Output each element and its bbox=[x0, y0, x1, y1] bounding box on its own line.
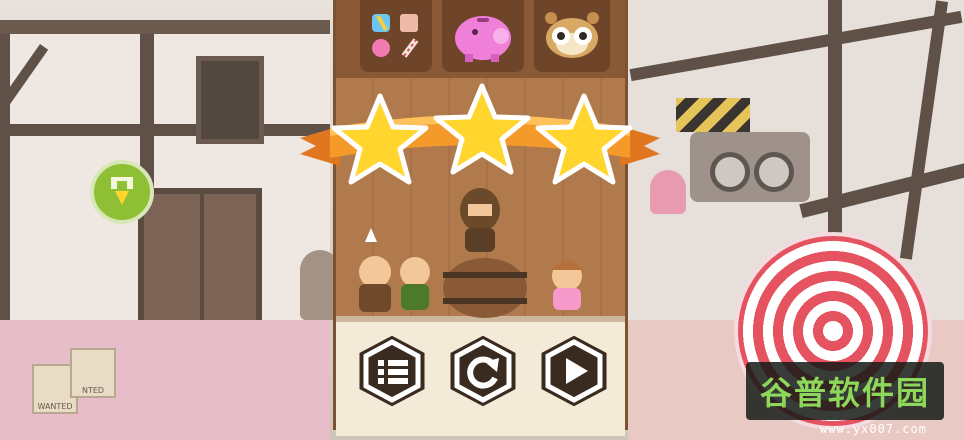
exit-sign-icon bbox=[90, 160, 154, 224]
hero-character bbox=[359, 228, 391, 312]
wanted-poster: NTED bbox=[70, 348, 116, 398]
barrel bbox=[443, 258, 527, 318]
star-icon-2 bbox=[433, 83, 531, 175]
robot-machine bbox=[690, 132, 810, 202]
bell-icon bbox=[650, 170, 686, 214]
house-door bbox=[138, 188, 262, 332]
green-character bbox=[400, 257, 430, 310]
hamster-icon bbox=[545, 12, 599, 58]
character-group bbox=[359, 188, 583, 318]
sweets-icon bbox=[372, 14, 419, 58]
watermark-url: www.yx007.com bbox=[820, 422, 927, 436]
princess-character bbox=[551, 260, 583, 310]
piggy-bank-icon bbox=[455, 16, 511, 62]
jumping-knight-character bbox=[460, 188, 500, 252]
collectibles-bar bbox=[336, 0, 625, 78]
list-icon bbox=[378, 360, 408, 384]
watermark-logo: 谷普软件园 bbox=[746, 362, 944, 420]
star-icon-1 bbox=[331, 93, 429, 185]
menu-button[interactable] bbox=[354, 332, 430, 410]
restart-button[interactable] bbox=[445, 332, 521, 410]
next-level-button[interactable] bbox=[536, 332, 612, 410]
collectible-slot-sweets bbox=[360, 0, 432, 72]
house-window bbox=[196, 56, 264, 144]
warning-stripe bbox=[676, 98, 750, 132]
collectible-slot-hamster bbox=[534, 0, 610, 72]
collectible-slot-piggy bbox=[442, 0, 524, 72]
star-icon-3 bbox=[535, 93, 633, 185]
